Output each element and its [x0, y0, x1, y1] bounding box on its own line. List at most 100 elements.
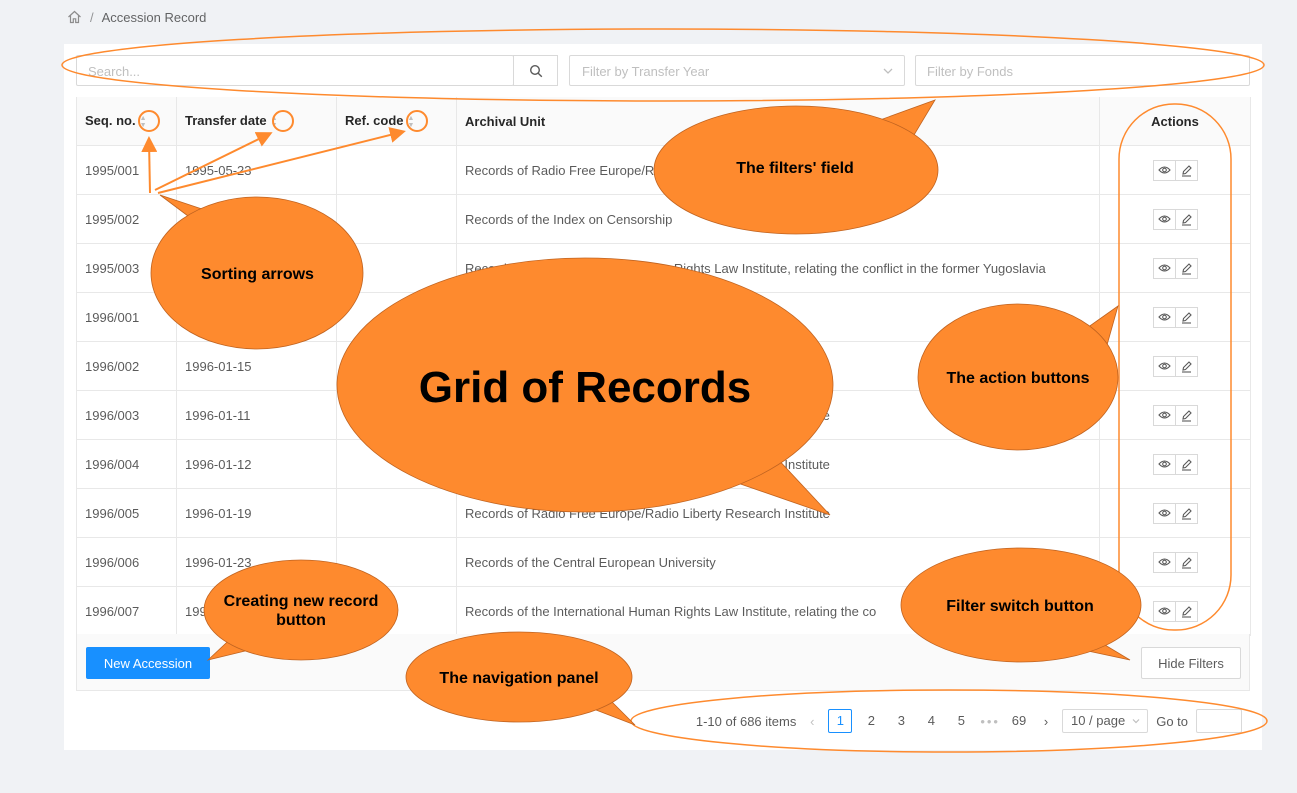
edit-button[interactable]	[1174, 502, 1198, 524]
view-button[interactable]	[1152, 159, 1176, 181]
cell-actions	[1099, 439, 1251, 489]
sort-icon[interactable]: ▲ ▼	[271, 115, 278, 129]
column-label: Seq. no.	[85, 113, 136, 129]
cell-date	[176, 292, 337, 342]
cell-seq: 1996/007	[76, 586, 177, 636]
search-input[interactable]: Search...	[76, 55, 514, 86]
edit-button[interactable]	[1174, 257, 1198, 279]
annotation-filters: The filters' field	[736, 159, 854, 177]
cell-actions	[1099, 341, 1251, 391]
view-button[interactable]	[1152, 306, 1176, 328]
breadcrumb-separator: /	[90, 9, 94, 25]
eye-icon	[1157, 459, 1171, 469]
cell-unit: Records of Radio Free Europe/Radio Liber…	[456, 439, 1100, 489]
edit-icon	[1180, 605, 1193, 618]
page-item[interactable]: 1	[828, 709, 853, 733]
cell-ref	[336, 243, 457, 293]
edit-icon	[1180, 164, 1193, 177]
view-button[interactable]	[1152, 551, 1176, 573]
chevron-down-icon	[1132, 719, 1140, 724]
search-button[interactable]	[513, 55, 558, 86]
view-button[interactable]	[1152, 257, 1176, 279]
cell-ref	[336, 194, 457, 244]
search-icon	[529, 64, 542, 77]
edit-button[interactable]	[1174, 159, 1198, 181]
page-item-last[interactable]: 69	[1008, 710, 1030, 732]
cell-ref	[336, 488, 457, 538]
edit-button[interactable]	[1174, 355, 1198, 377]
annotation-actions: The action buttons	[946, 369, 1090, 387]
cell-date: 1996-01-23	[176, 537, 337, 587]
table-row: 1996/006 1996-01-23 Records of the Central…	[76, 537, 1251, 587]
edit-button[interactable]	[1174, 208, 1198, 230]
cell-date: 1996-01-12	[176, 439, 337, 489]
cell-unit: Records of the International Human Right…	[456, 243, 1100, 293]
edit-button[interactable]	[1174, 600, 1198, 622]
goto-page-input[interactable]	[1196, 709, 1242, 733]
cell-actions	[1099, 488, 1251, 538]
sort-icon[interactable]: ▲ ▼	[140, 115, 147, 129]
edit-icon	[1180, 409, 1193, 422]
transfer-year-select[interactable]: Filter by Transfer Year	[569, 55, 905, 86]
hide-filters-button[interactable]: Hide Filters	[1141, 647, 1241, 679]
pagination-summary: 1-10 of 686 items	[695, 713, 797, 729]
cell-ref	[336, 145, 457, 195]
edit-icon	[1180, 556, 1193, 569]
page-ellipsis[interactable]: •••	[980, 714, 1000, 729]
column-header-date[interactable]: Transfer date ▲ ▼	[176, 97, 337, 146]
column-header-ref[interactable]: Ref. code ▲ ▼	[336, 97, 457, 146]
prev-page-icon[interactable]: ‹	[804, 714, 820, 729]
edit-icon	[1180, 311, 1193, 324]
table-row: 1996/001	[76, 292, 1251, 342]
eye-icon	[1157, 606, 1171, 616]
search-placeholder: Search...	[88, 64, 141, 79]
cell-actions	[1099, 243, 1251, 293]
view-button[interactable]	[1152, 404, 1176, 426]
edit-icon	[1180, 458, 1193, 471]
eye-icon	[1157, 361, 1171, 371]
column-header-seq[interactable]: Seq. no. ▲ ▼	[76, 97, 177, 146]
annotation-new-record-line1: Creating new record	[223, 593, 379, 610]
cell-date: 1995-05-23	[176, 145, 337, 195]
edit-button[interactable]	[1174, 404, 1198, 426]
eye-icon	[1157, 508, 1171, 518]
fonds-filter-input[interactable]: Filter by Fonds	[915, 55, 1250, 86]
eye-icon	[1157, 263, 1171, 273]
cell-seq: 1995/003	[76, 243, 177, 293]
view-button[interactable]	[1152, 208, 1176, 230]
cell-date: 1996-01-11	[176, 390, 337, 440]
table-row: 1996/005 1996-01-19 Records of Radio Free …	[76, 488, 1251, 538]
column-label: Transfer date	[185, 113, 267, 129]
page-item[interactable]: 5	[950, 710, 972, 732]
edit-icon	[1180, 213, 1193, 226]
cell-date	[176, 194, 337, 244]
page-item[interactable]: 4	[920, 710, 942, 732]
view-button[interactable]	[1152, 600, 1176, 622]
edit-button[interactable]	[1174, 551, 1198, 573]
annotation-filter-switch: Filter switch button	[946, 597, 1094, 615]
view-button[interactable]	[1152, 502, 1176, 524]
edit-button[interactable]	[1174, 453, 1198, 475]
page-item[interactable]: 3	[890, 710, 912, 732]
cell-ref	[336, 439, 457, 489]
sort-icon[interactable]: ▲ ▼	[408, 115, 415, 129]
page-item[interactable]: 2	[860, 710, 882, 732]
cell-actions	[1099, 537, 1251, 587]
cell-seq: 1996/006	[76, 537, 177, 587]
view-button[interactable]	[1152, 453, 1176, 475]
view-button[interactable]	[1152, 355, 1176, 377]
home-icon[interactable]	[67, 10, 82, 24]
new-accession-button[interactable]: New Accession	[86, 647, 210, 679]
page-size-select[interactable]: 10 / page	[1061, 709, 1149, 733]
chevron-down-icon	[883, 68, 893, 74]
table-row: 1996/004 1996-01-12 Records of Radio Free …	[76, 439, 1251, 489]
eye-icon	[1157, 312, 1171, 322]
breadcrumb-current: Accession Record	[101, 9, 207, 25]
next-page-icon[interactable]: ›	[1038, 714, 1054, 729]
cell-date: 1996-01-15	[176, 341, 337, 391]
cell-date: 1996-01-19	[176, 488, 337, 538]
edit-button[interactable]	[1174, 306, 1198, 328]
column-header-actions: Actions	[1099, 97, 1251, 146]
cell-seq: 1996/001	[76, 292, 177, 342]
annotation-new-record-line2: button	[276, 612, 326, 629]
